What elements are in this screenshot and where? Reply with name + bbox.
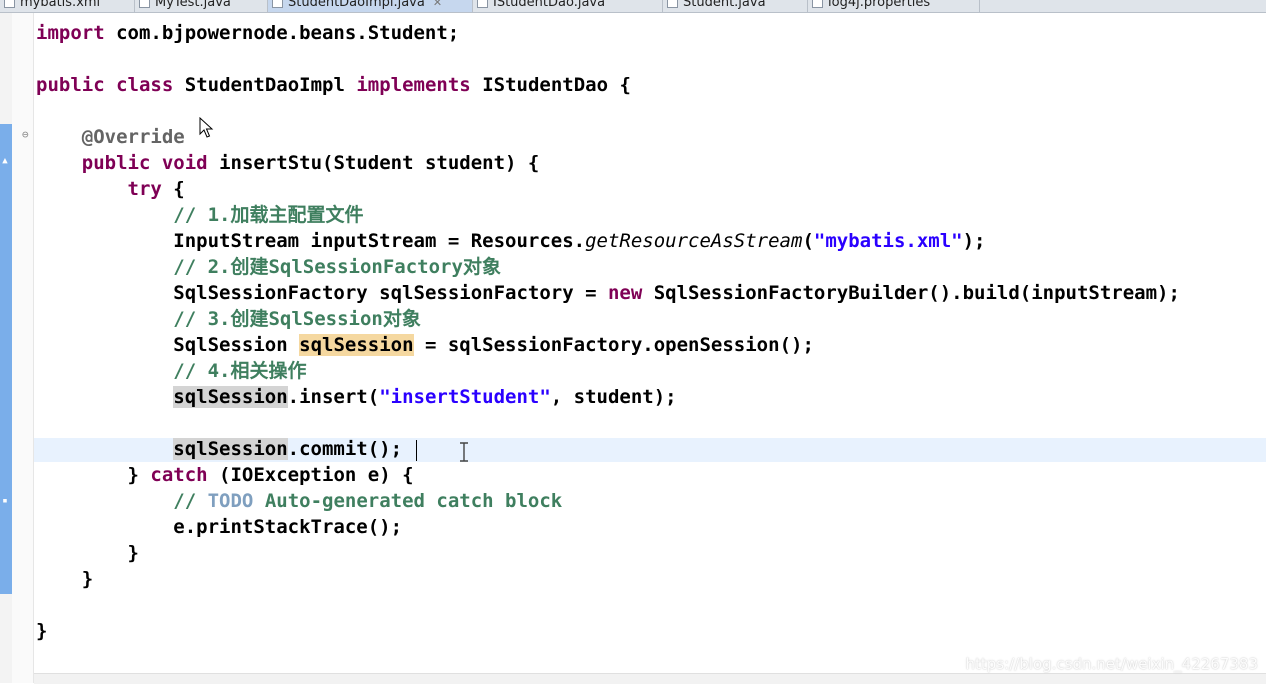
code-line-insert: sqlSession.insert("insertStudent", stude… (173, 386, 677, 408)
code-line-close-method: } (81, 568, 94, 590)
code-line-comment-2: // 2.创建SqlSessionFactory对象 (173, 256, 501, 278)
tab-mybatis-xml[interactable]: mybatis.xml (0, 0, 135, 12)
occurrence-highlight: sqlSession (173, 386, 288, 408)
code-line-class-decl: public class StudentDaoImpl implements I… (36, 74, 631, 96)
text-caret (416, 440, 417, 461)
code-line-catch: } catch (IOException e) { (127, 464, 414, 486)
task-marker-icon: ▪ (2, 496, 8, 506)
tab-label: mybatis.xml (20, 0, 101, 10)
code-line-override: @Override (81, 126, 185, 148)
code-line-method-sig: public void insertStu(Student student) { (81, 152, 540, 174)
code-line-print-stack: e.printStackTrace(); (173, 516, 403, 538)
java-file-icon (667, 0, 678, 8)
tab-mytest-java[interactable]: MyTest.java (135, 0, 268, 12)
tab-label: Student.java (683, 0, 766, 10)
code-line-commit: sqlSession.commit(); (173, 438, 403, 460)
tab-label: StudentDaoImpl.java (288, 0, 425, 10)
xml-file-icon (4, 0, 15, 8)
code-line-try: try { (127, 178, 185, 200)
code-line-comment-4: // 4.相关操作 (173, 360, 307, 382)
tab-studentdaoimpl-java[interactable]: StudentDaoImpl.java ✕ (268, 0, 473, 12)
vertical-ruler (12, 13, 34, 683)
code-line-comment-3: // 3.创建SqlSession对象 (173, 308, 421, 330)
code-line-import: import com.bjpowernode.beans.Student; (36, 22, 460, 44)
code-line-todo-comment: // TODO Auto-generated catch block (173, 490, 563, 512)
code-line-close-class: } (36, 620, 48, 642)
java-file-icon (272, 0, 283, 8)
tab-log4j-properties[interactable]: log4j.properties (808, 0, 980, 12)
tab-label: IStudentDao.java (493, 0, 606, 10)
java-file-icon (139, 0, 150, 8)
tab-label: log4j.properties (828, 0, 931, 10)
code-line-factory: SqlSessionFactory sqlSessionFactory = ne… (173, 282, 1180, 304)
mouse-pointer-icon (199, 117, 214, 138)
watermark: https://blog.csdn.net/weixin_42267383 (965, 655, 1258, 673)
occurrence-highlight: sqlSession (173, 438, 288, 460)
code-line-inputstream: InputStream inputStream = Resources.getR… (173, 230, 986, 252)
code-line-open-session: SqlSession sqlSession = sqlSessionFactor… (173, 334, 814, 356)
tab-istudentdao-java[interactable]: IStudentDao.java (473, 0, 663, 12)
code-line-comment-1: // 1.加载主配置文件 (173, 204, 364, 226)
text-cursor-icon (460, 442, 468, 462)
code-line-close-catch: } (127, 542, 139, 564)
overview-ruler-highlight: ▲ ▪ (0, 124, 12, 594)
fold-collapse-icon[interactable]: ⊖ (22, 129, 32, 140)
triangle-up-icon: ▲ (2, 156, 8, 166)
todo-tag: TODO (207, 490, 254, 512)
editor-bottom-edge (34, 673, 1266, 684)
tab-label: MyTest.java (155, 0, 231, 10)
editor-tab-bar: mybatis.xml MyTest.java StudentDaoImpl.j… (0, 0, 1266, 13)
close-icon[interactable]: ✕ (433, 0, 442, 9)
java-file-icon (477, 0, 488, 8)
tab-student-java[interactable]: Student.java (663, 0, 808, 12)
write-occurrence-highlight: sqlSession (299, 334, 414, 356)
properties-file-icon (812, 0, 823, 8)
